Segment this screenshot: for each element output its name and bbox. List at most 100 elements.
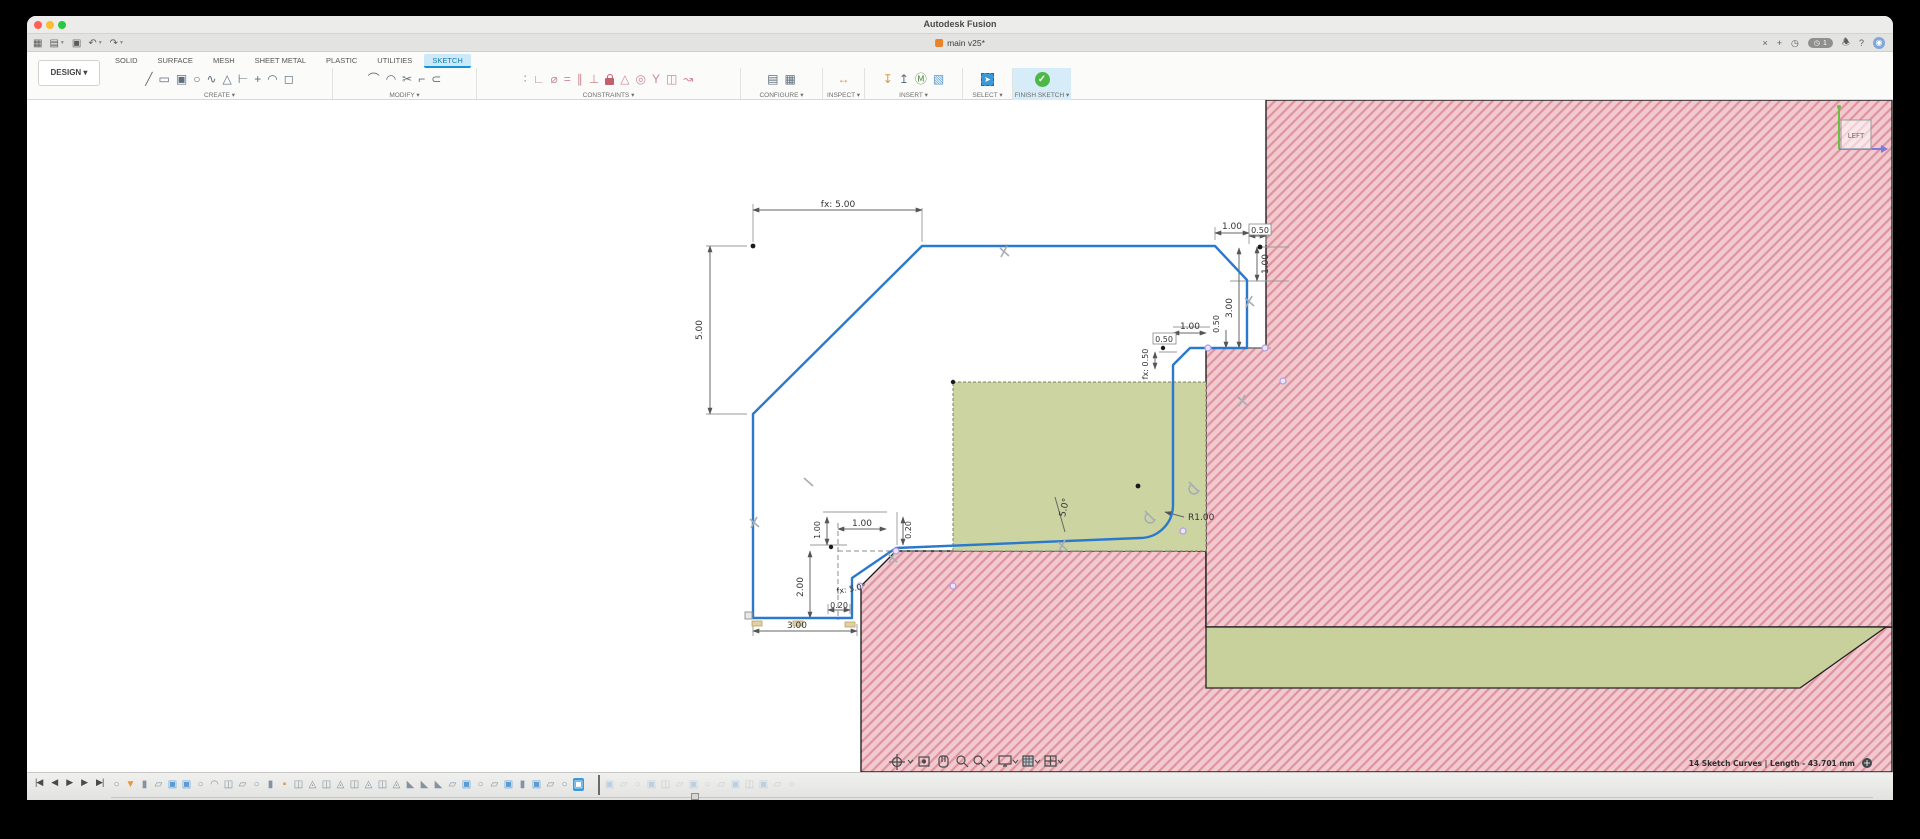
point-icon[interactable]: +: [254, 72, 261, 86]
timeline-ghost-feature-box[interactable]: ▣: [758, 778, 769, 791]
polygon-icon[interactable]: △: [223, 72, 232, 86]
insert-mcmaster-icon[interactable]: Ⓜ: [915, 72, 927, 86]
tab-plastic[interactable]: PLASTIC: [318, 54, 365, 68]
timeline-ghost-feature-box[interactable]: ▣: [646, 778, 657, 791]
green-section-band[interactable]: [1206, 627, 1886, 688]
timeline-feature-deg[interactable]: ◬: [307, 778, 318, 791]
constraints-label[interactable]: CONSTRAINTS ▾: [477, 91, 740, 99]
step-back-button[interactable]: ◀: [51, 777, 57, 788]
timeline-feature-cham[interactable]: ◣: [419, 778, 430, 791]
dim-1-top[interactable]: 1.00: [1222, 222, 1242, 232]
timeline-feature-pin[interactable]: ▼: [125, 778, 136, 791]
dim-1-right[interactable]: 1.00: [1261, 254, 1271, 274]
timeline-feature-active[interactable]: ▣: [573, 778, 584, 791]
dim-1-mid[interactable]: 1.00: [1180, 322, 1200, 332]
coincident-icon[interactable]: ∶: [524, 72, 527, 86]
user-avatar[interactable]: ◉: [1873, 37, 1885, 49]
timeline-feature-cyl[interactable]: ▮: [265, 778, 276, 791]
timeline-ghost-feature-box[interactable]: ▣: [688, 778, 699, 791]
tab-utilities[interactable]: UTILITIES: [369, 54, 420, 68]
design-workspace-dropdown[interactable]: DESIGN ▾: [38, 60, 100, 86]
go-to-start-button[interactable]: |◀: [35, 777, 42, 788]
timeline-feature-mirror[interactable]: ◫: [349, 778, 360, 791]
concentric-icon[interactable]: ◎: [635, 72, 645, 86]
sketch-point-handle[interactable]: [745, 612, 752, 619]
tangent-icon[interactable]: ⌀: [551, 72, 558, 86]
timeline-feature-sketch[interactable]: ▱: [153, 778, 164, 791]
configure-label[interactable]: CONFIGURE ▾: [741, 91, 822, 99]
modify-label[interactable]: MODIFY ▾: [333, 91, 476, 99]
line-icon[interactable]: ╱: [145, 72, 152, 86]
new-tab-icon[interactable]: +: [1777, 38, 1782, 48]
dim-3-bottom[interactable]: 3.00: [787, 621, 807, 631]
dim-5[interactable]: 5.00: [695, 320, 705, 340]
create-label[interactable]: CREATE ▾: [107, 91, 332, 99]
timeline-feature-sketch[interactable]: ▱: [447, 778, 458, 791]
triangle-icon[interactable]: △: [620, 72, 629, 86]
timeline-feature-box[interactable]: ▣: [503, 778, 514, 791]
select-icon[interactable]: ➤: [981, 73, 994, 86]
timeline-feature-mirror[interactable]: ◫: [293, 778, 304, 791]
hatched-body-top-right[interactable]: [1206, 100, 1892, 627]
timeline-feature-arc[interactable]: ◠: [209, 778, 220, 791]
tab-sketch[interactable]: SKETCH: [424, 54, 470, 68]
fillet-icon[interactable]: ⌒: [368, 72, 380, 86]
horizontal-vertical-icon[interactable]: ∟: [533, 72, 545, 86]
tab-sheet-metal[interactable]: SHEET METAL: [247, 54, 314, 68]
arc-modify-icon[interactable]: ◠: [386, 72, 396, 86]
insert-file-icon[interactable]: ↥: [899, 72, 909, 86]
timeline-ghost-feature-circle[interactable]: ○: [632, 778, 643, 791]
center-rectangle-icon[interactable]: ▣: [176, 72, 187, 86]
finish-sketch-icon[interactable]: ✓: [1035, 72, 1050, 87]
sketch-canvas[interactable]: fx: 5.00 5.00 1.00 0.50 1.00 3.00 0.50 1…: [27, 100, 1893, 772]
configuration-table-icon[interactable]: ▦: [785, 72, 796, 86]
insert-canvas-icon[interactable]: ▧: [933, 72, 944, 86]
job-status-badge[interactable]: ◷ 1: [1808, 38, 1833, 48]
go-to-end-button[interactable]: ▶|: [96, 777, 103, 788]
perpendicular-icon[interactable]: ⊥: [589, 72, 599, 86]
timeline-feature-mirror[interactable]: ◫: [377, 778, 388, 791]
undo-icon[interactable]: ↶▼: [88, 38, 102, 49]
spline-icon[interactable]: ∿: [206, 72, 216, 86]
dim-1-low-h[interactable]: 1.00: [852, 519, 872, 529]
timeline-feature-circle[interactable]: ○: [195, 778, 206, 791]
select-label[interactable]: SELECT ▾: [963, 91, 1012, 99]
timeline-ghost-feature-mirror[interactable]: ◫: [744, 778, 755, 791]
redo-icon[interactable]: ↷▼: [110, 38, 124, 49]
midpoint-icon[interactable]: Y: [652, 72, 660, 86]
finish-sketch-label[interactable]: FINISH SKETCH ▾: [1013, 91, 1071, 99]
dim-05-top[interactable]: 0.50: [1251, 226, 1269, 235]
timeline-feature-circle[interactable]: ○: [475, 778, 486, 791]
timeline-feature-cham[interactable]: ◣: [433, 778, 444, 791]
document-tab[interactable]: main v25*: [925, 35, 995, 51]
dimension-icon[interactable]: ⊢: [238, 72, 248, 86]
timeline-feature-cyl[interactable]: ▮: [139, 778, 150, 791]
timeline-feature-sketch[interactable]: ▱: [489, 778, 500, 791]
insert-dxf-icon[interactable]: ↧: [883, 72, 893, 86]
timeline-feature-deg[interactable]: ◬: [335, 778, 346, 791]
timeline-feature-sketch[interactable]: ▱: [237, 778, 248, 791]
dim-05-right[interactable]: 0.50: [1212, 315, 1221, 333]
timeline-feature-lock[interactable]: ▪: [279, 778, 290, 791]
timeline-ghost-feature-circle[interactable]: ○: [702, 778, 713, 791]
timeline-feature-box[interactable]: ▣: [167, 778, 178, 791]
rectangle-icon[interactable]: ▭: [159, 72, 170, 86]
notifications-bell-icon[interactable]: 🕭: [1842, 35, 1850, 51]
view-cube-label[interactable]: LEFT: [1848, 132, 1865, 140]
close-tab-icon[interactable]: ×: [1763, 38, 1768, 48]
arc-icon[interactable]: ◠: [267, 72, 277, 86]
dim-05-mid[interactable]: 0.50: [1155, 335, 1173, 344]
timeline-feature-circle[interactable]: ○: [251, 778, 262, 791]
measure-icon[interactable]: ↔: [838, 72, 850, 86]
save-icon[interactable]: ▣: [72, 38, 81, 49]
extend-icon[interactable]: ⌐: [418, 72, 425, 86]
timeline-ghost-feature-sketch[interactable]: ▱: [618, 778, 629, 791]
timeline-feature-circle[interactable]: ○: [559, 778, 570, 791]
ellipse-icon[interactable]: ◻: [284, 72, 294, 86]
trim-icon[interactable]: ✂: [402, 72, 412, 86]
timeline-feature-sketch[interactable]: ▱: [545, 778, 556, 791]
timeline-feature-mirror[interactable]: ◫: [321, 778, 332, 791]
history-clock-icon[interactable]: ◷: [1791, 38, 1799, 49]
timeline-feature-deg[interactable]: ◬: [363, 778, 374, 791]
green-profile-region[interactable]: [953, 382, 1206, 551]
